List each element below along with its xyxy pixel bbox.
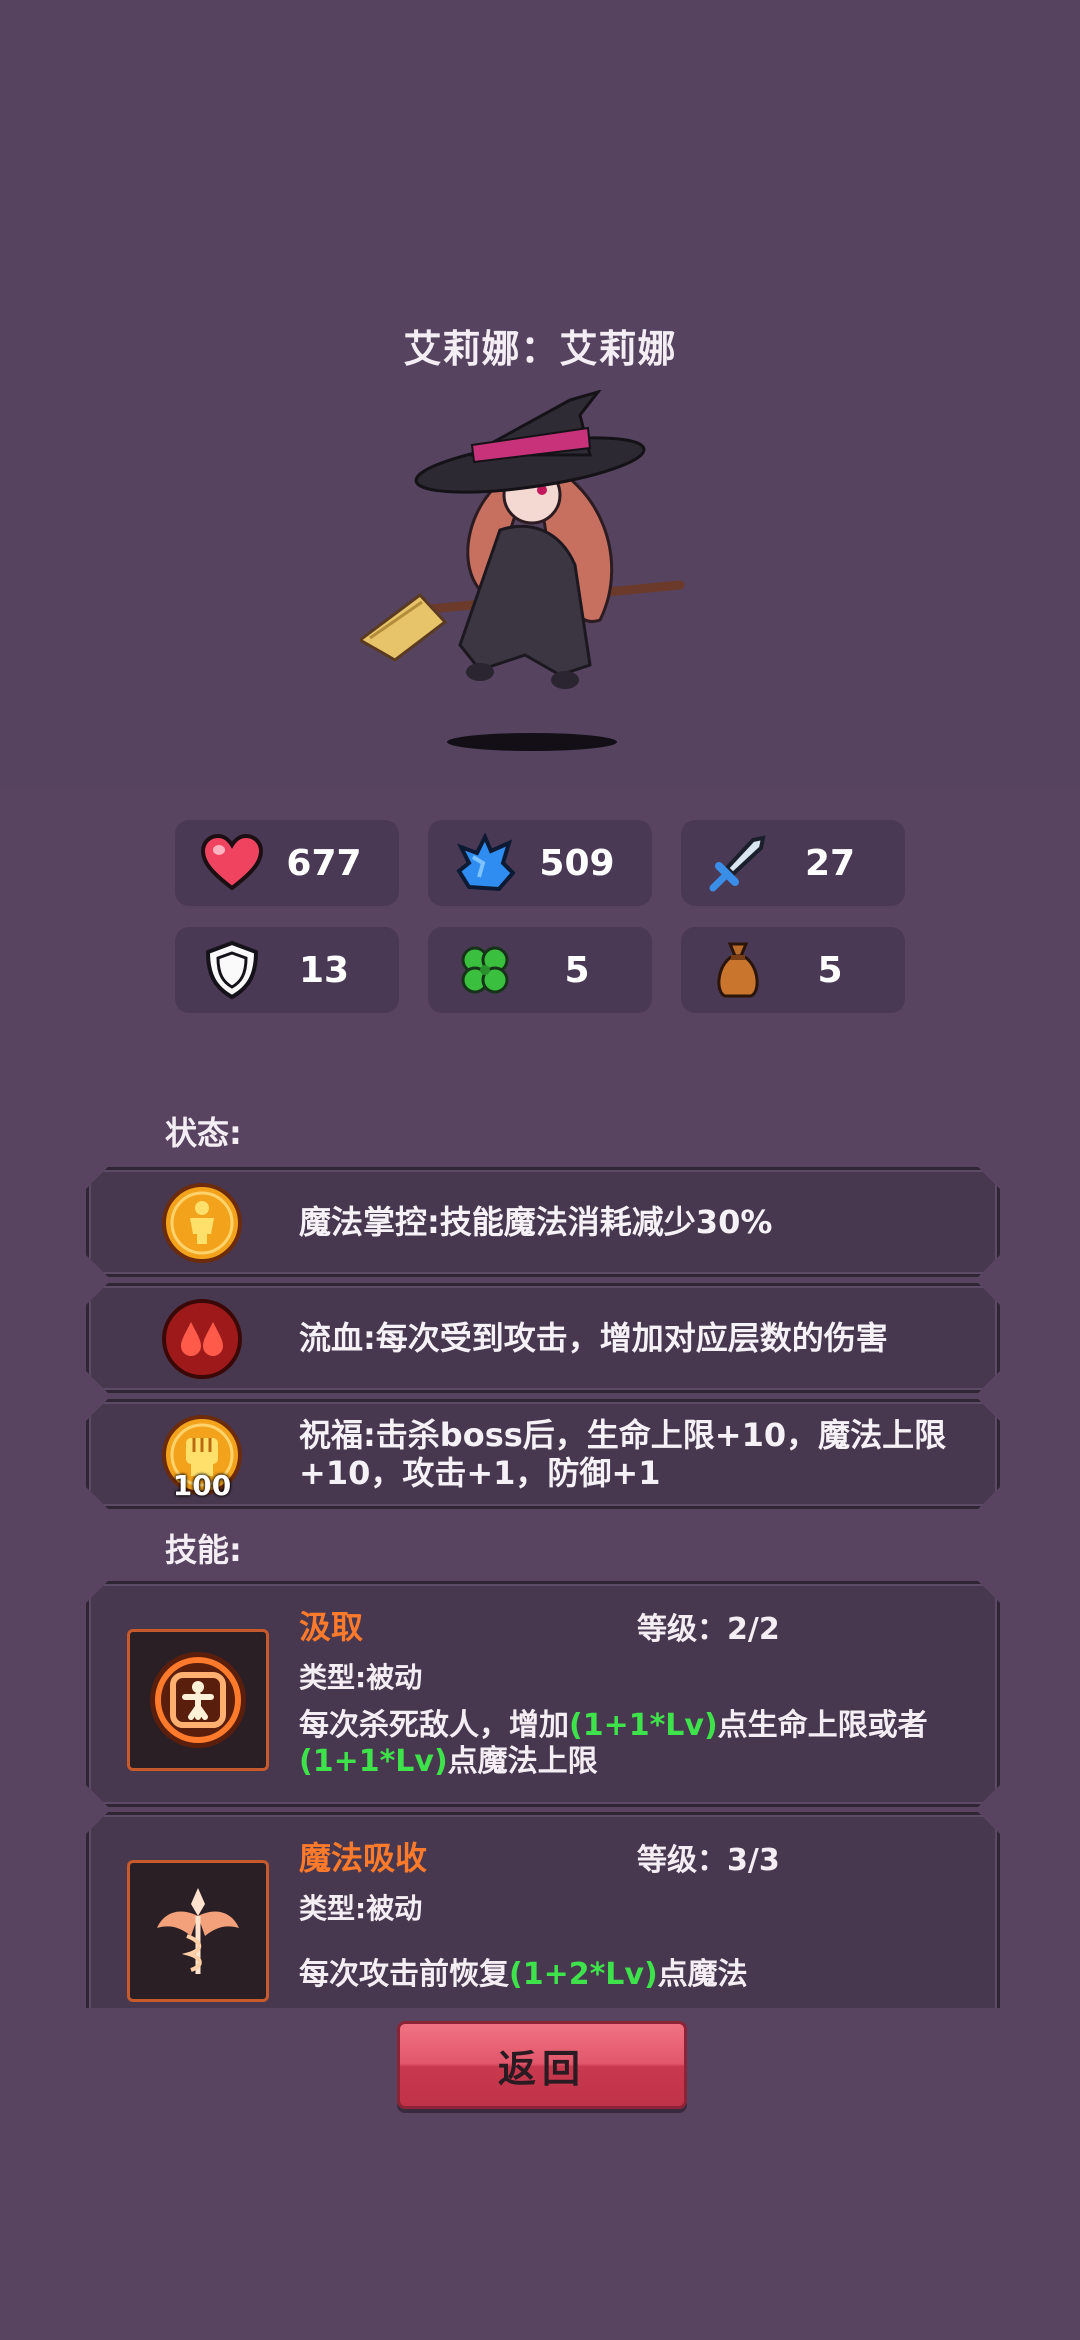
- skill-card-magic-absorb: 魔法吸收 等级：3/3 类型:被动 每次攻击前恢复(1+2*Lv)点魔法: [86, 1812, 1000, 2038]
- attack-value: 27: [804, 842, 856, 884]
- stat-attack: 27: [681, 820, 905, 906]
- stat-hp: 677: [175, 820, 399, 906]
- blessing-fist-icon: 100: [161, 1414, 243, 1496]
- magic-absorb-skill-icon: [127, 1860, 269, 2002]
- sword-icon: [703, 828, 773, 898]
- hp-value: 677: [286, 842, 362, 884]
- skill-level: 等级：2/2: [637, 1612, 780, 1647]
- status-item-bleed: 流血:每次受到攻击，增加对应层数的伤害: [86, 1283, 1000, 1393]
- skill-name: 汲取: [299, 1608, 364, 1646]
- status-section-label: 状态:: [165, 1114, 242, 1152]
- drain-skill-icon: [127, 1629, 269, 1771]
- skills-section-label: 技能:: [165, 1531, 242, 1569]
- status-item-magic-mastery: 魔法掌控:技能魔法消耗减少30%: [86, 1167, 1000, 1277]
- skill-description: 每次攻击前恢复(1+2*Lv)点魔法: [299, 1957, 748, 1992]
- skill-description: 每次杀死敌人，增加(1+1*Lv)点生命上限或者(1+1*Lv)点魔法上限: [299, 1708, 928, 1779]
- skill-card-drain: 汲取 等级：2/2 类型:被动 每次杀死敌人，增加(1+1*Lv)点生命上限或者…: [86, 1581, 1000, 1807]
- stat-defense: 13: [175, 927, 399, 1013]
- mp-value: 509: [539, 842, 615, 884]
- status-text: 祝福:击杀boss后，生命上限+10，魔法上限+10，攻击+1，防御+1: [299, 1416, 947, 1492]
- status-item-blessing: 100 祝福:击杀boss后，生命上限+10，魔法上限+10，攻击+1，防御+1: [86, 1399, 1000, 1509]
- defense-value: 13: [298, 949, 350, 991]
- stat-mp: 509: [428, 820, 652, 906]
- stat-luck: 5: [428, 927, 652, 1013]
- skill-level: 等级：3/3: [637, 1843, 780, 1878]
- status-text: 魔法掌控:技能魔法消耗减少30%: [299, 1203, 773, 1241]
- clover-icon: [450, 935, 520, 1005]
- gold-value: 5: [817, 949, 843, 991]
- blessing-stack-count: 100: [172, 1469, 232, 1502]
- magic-mastery-icon: [161, 1182, 243, 1264]
- heart-icon: [197, 828, 267, 898]
- back-button[interactable]: 返回: [397, 2021, 687, 2109]
- witch-character-image: [360, 390, 685, 751]
- skill-type: 类型:被动: [299, 1892, 423, 1925]
- bleed-icon: [161, 1298, 243, 1380]
- shield-icon: [197, 935, 267, 1005]
- mana-crystal-icon: [450, 828, 520, 898]
- luck-value: 5: [564, 949, 590, 991]
- money-bag-icon: [703, 935, 773, 1005]
- stat-gold: 5: [681, 927, 905, 1013]
- skill-name: 魔法吸收: [299, 1839, 428, 1877]
- skill-type: 类型:被动: [299, 1661, 423, 1694]
- status-text: 流血:每次受到攻击，增加对应层数的伤害: [299, 1319, 888, 1357]
- character-title: 艾莉娜：艾莉娜: [403, 327, 677, 371]
